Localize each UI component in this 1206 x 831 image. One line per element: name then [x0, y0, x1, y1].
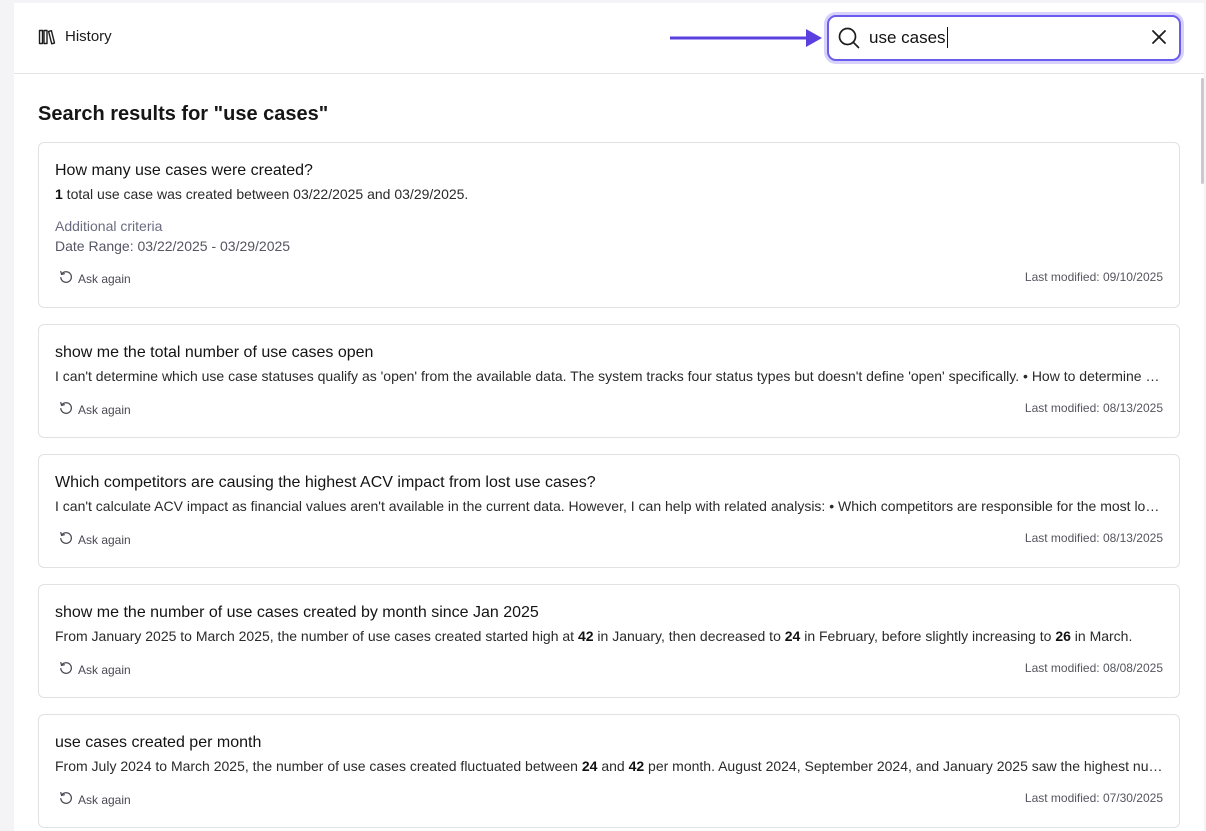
summary-text: From January 2025 to March 2025, the num… [55, 628, 578, 644]
summary-highlight: 26 [1055, 628, 1071, 644]
refresh-icon [59, 531, 73, 548]
ask-again-button[interactable]: Ask again [59, 401, 131, 418]
summary-text: and [597, 758, 629, 774]
result-summary: 1 total use case was created between 03/… [55, 186, 1163, 202]
last-modified: Last modified: 08/13/2025 [1025, 531, 1163, 545]
ask-again-label: Ask again [78, 792, 131, 807]
ask-again-button[interactable]: Ask again [59, 791, 131, 808]
last-modified-date: 08/13/2025 [1102, 401, 1163, 415]
result-summary: I can't determine which use case statuse… [55, 368, 1163, 384]
result-title[interactable]: show me the total number of use cases op… [55, 344, 373, 362]
result-summary: From January 2025 to March 2025, the num… [55, 628, 1163, 644]
arrow-right-icon [670, 29, 822, 47]
result-summary: I can't calculate ACV impact as financia… [55, 498, 1163, 514]
search-box[interactable] [827, 15, 1181, 61]
history-panel: History Search results for [14, 3, 1204, 831]
last-modified: Last modified: 08/08/2025 [1025, 661, 1163, 675]
result-title[interactable]: use cases created per month [55, 734, 261, 752]
last-modified: Last modified: 07/30/2025 [1025, 791, 1163, 805]
ask-again-button[interactable]: Ask again [59, 270, 131, 287]
last-modified-label: Last modified: [1024, 791, 1103, 805]
criteria-label: Additional criteria [55, 218, 163, 234]
ask-again-button[interactable]: Ask again [59, 661, 131, 678]
result-card[interactable]: show me the total number of use cases op… [38, 324, 1180, 438]
last-modified: Last modified: 09/10/2025 [1025, 270, 1163, 284]
last-modified-date: 07/30/2025 [1102, 791, 1163, 805]
ask-again-button[interactable]: Ask again [59, 531, 131, 548]
ask-again-label: Ask again [78, 532, 131, 547]
refresh-icon [59, 661, 73, 678]
last-modified-date: 08/08/2025 [1102, 661, 1163, 675]
summary-text: in March. [1070, 628, 1133, 644]
summary-text: I can't calculate ACV impact as financia… [55, 498, 1163, 514]
summary-text: in January, then decreased to [593, 628, 785, 644]
ask-again-label: Ask again [78, 402, 131, 417]
summary-text: I can't determine which use case statuse… [55, 368, 1163, 384]
summary-text: From July 2024 to March 2025, the number… [55, 758, 582, 774]
last-modified-date: 09/10/2025 [1102, 270, 1163, 284]
close-icon[interactable] [1151, 29, 1167, 50]
result-title[interactable]: show me the number of use cases created … [55, 604, 539, 622]
summary-highlight: 24 [784, 628, 801, 644]
result-card[interactable]: use cases created per month From July 202… [38, 714, 1180, 828]
history-nav[interactable]: History [38, 28, 112, 45]
result-title[interactable]: How many use cases were created? [55, 162, 313, 180]
scrollbar-thumb[interactable] [1201, 78, 1204, 184]
result-card[interactable]: How many use cases were created? 1 total … [38, 142, 1180, 308]
summary-highlight: 24 [581, 758, 598, 774]
search-icon [838, 27, 860, 54]
summary-highlight: 1 [55, 186, 63, 202]
page-title: Search results for "use cases" [38, 103, 329, 125]
ask-again-label: Ask again [78, 271, 131, 286]
refresh-icon [59, 791, 73, 808]
search-input[interactable] [869, 26, 1139, 50]
last-modified-label: Last modified: [1024, 270, 1103, 284]
last-modified-label: Last modified: [1024, 531, 1103, 545]
ask-again-label: Ask again [78, 662, 131, 677]
last-modified-label: Last modified: [1024, 401, 1103, 415]
library-icon [38, 29, 56, 45]
result-card[interactable]: show me the number of use cases created … [38, 584, 1180, 698]
refresh-icon [59, 270, 73, 287]
summary-highlight: 42 [628, 758, 645, 774]
text-cursor [947, 27, 948, 48]
result-title[interactable]: Which competitors are causing the highes… [55, 474, 596, 492]
summary-text: in February, before slightly increasing … [800, 628, 1056, 644]
summary-text: per month. August 2024, September 2024, … [644, 758, 1163, 774]
last-modified-label: Last modified: [1024, 661, 1103, 675]
last-modified: Last modified: 08/13/2025 [1025, 401, 1163, 415]
summary-highlight: 42 [577, 628, 594, 644]
summary-text: total use case was created between 03/22… [62, 186, 469, 202]
top-bar: History [14, 3, 1204, 74]
result-summary: From July 2024 to March 2025, the number… [55, 758, 1163, 774]
result-card[interactable]: Which competitors are causing the highes… [38, 454, 1180, 568]
last-modified-date: 08/13/2025 [1102, 531, 1163, 545]
refresh-icon [59, 401, 73, 418]
history-title: History [65, 28, 112, 45]
criteria-date-range: Date Range: 03/22/2025 - 03/29/2025 [55, 238, 291, 254]
